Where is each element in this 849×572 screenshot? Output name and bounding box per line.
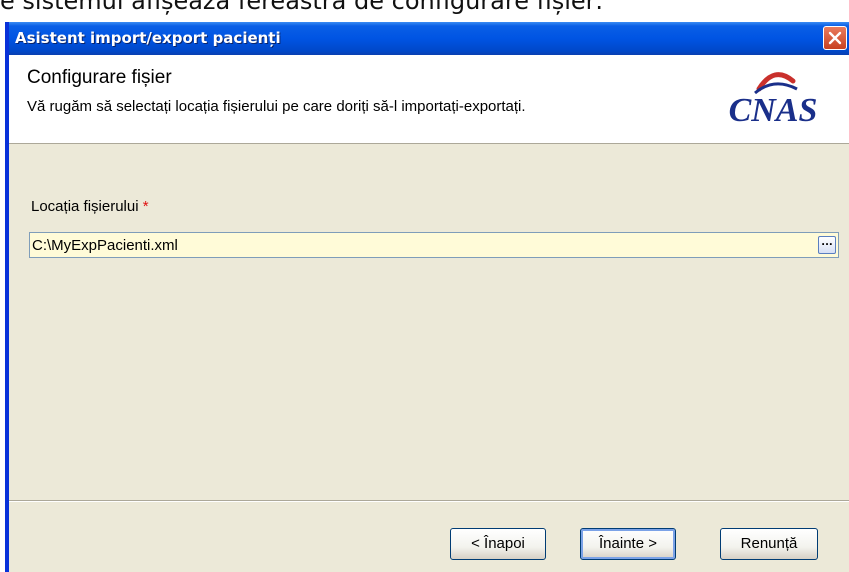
title-bar: Asistent import/export pacienți xyxy=(9,22,849,55)
wizard-window: Asistent import/export pacienți Configur… xyxy=(5,22,849,572)
window-title: Asistent import/export pacienți xyxy=(15,29,281,47)
logo-text: CNAS xyxy=(729,92,818,129)
close-button[interactable] xyxy=(823,26,847,50)
page-caption: e sistemul afișează fereastra de configu… xyxy=(0,0,604,15)
cnas-logo: CNAS xyxy=(729,72,818,129)
back-button[interactable]: < Înapoi xyxy=(450,528,546,560)
file-location-label: Locația fișierului * xyxy=(31,198,149,215)
close-icon xyxy=(828,31,842,45)
footer-separator xyxy=(9,500,849,502)
page-title: Configurare fișier xyxy=(27,67,172,88)
file-location-field: ... xyxy=(29,232,839,258)
wizard-header: Configurare fișier Vă rugăm să selectați… xyxy=(9,55,849,144)
required-marker: * xyxy=(142,198,149,215)
file-location-input[interactable] xyxy=(30,233,810,257)
next-button[interactable]: Înainte > xyxy=(580,528,676,560)
page-subtitle: Vă rugăm să selectați locația fișierului… xyxy=(27,98,526,115)
browse-button[interactable]: ... xyxy=(818,236,836,254)
cancel-button[interactable]: Renunță xyxy=(720,528,818,560)
file-location-label-text: Locația fișierului xyxy=(31,198,139,215)
